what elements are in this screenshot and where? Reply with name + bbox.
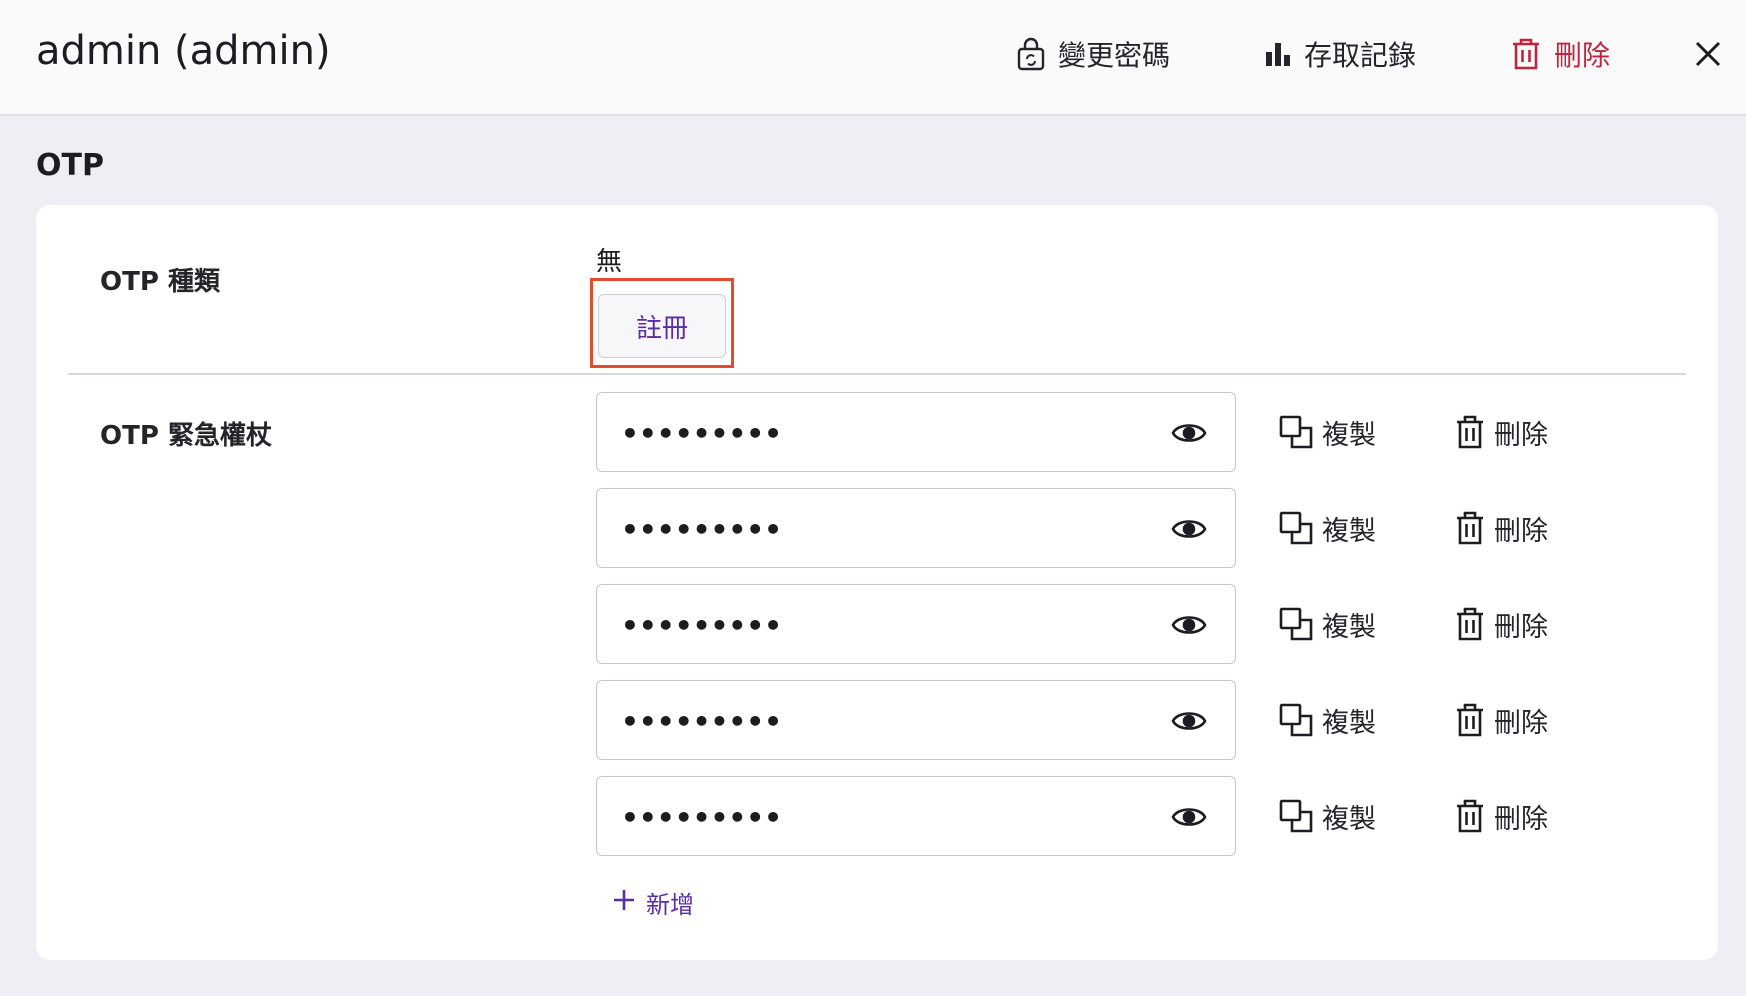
trash-icon [1454, 606, 1486, 642]
page-title: admin (admin) [36, 28, 331, 74]
token-input[interactable]: ••••••••• [596, 392, 1236, 472]
delete-user-label: 刪除 [1554, 39, 1611, 72]
eye-icon[interactable] [1171, 512, 1207, 546]
token-input[interactable]: ••••••••• [596, 680, 1236, 760]
delete-token-button[interactable]: 刪除 [1454, 508, 1548, 548]
token-row: ••••••••• 複製 刪除 [596, 680, 1656, 760]
add-token-button[interactable]: 新增 [612, 885, 694, 920]
delete-label: 刪除 [1494, 419, 1548, 451]
plus-icon [612, 888, 636, 918]
token-row: ••••••••• 複製 刪除 [596, 584, 1656, 664]
otp-type-label: OTP 種類 [100, 267, 220, 297]
copy-icon [1278, 606, 1314, 642]
token-row: ••••••••• 複製 刪除 [596, 488, 1656, 568]
token-masked-value: ••••••••• [621, 801, 783, 834]
token-masked-value: ••••••••• [621, 609, 783, 642]
token-input[interactable]: ••••••••• [596, 776, 1236, 856]
trash-icon [1510, 37, 1542, 71]
token-input[interactable]: ••••••••• [596, 584, 1236, 664]
otp-type-value: 無 [596, 247, 623, 277]
copy-label: 複製 [1322, 707, 1376, 739]
register-button[interactable]: 註冊 [598, 294, 726, 358]
delete-label: 刪除 [1494, 803, 1548, 835]
token-row: ••••••••• 複製 刪除 [596, 392, 1656, 472]
section-title: OTP [36, 148, 104, 183]
delete-label: 刪除 [1494, 707, 1548, 739]
token-masked-value: ••••••••• [621, 705, 783, 738]
copy-label: 複製 [1322, 515, 1376, 547]
delete-token-button[interactable]: 刪除 [1454, 412, 1548, 452]
delete-label: 刪除 [1494, 515, 1548, 547]
token-input[interactable]: ••••••••• [596, 488, 1236, 568]
copy-icon [1278, 510, 1314, 546]
copy-label: 複製 [1322, 611, 1376, 643]
lock-refresh-icon [1016, 37, 1046, 71]
otp-card: OTP 種類 無 註冊 OTP 緊急權杖 ••••••••• 複製 刪除 •••… [36, 205, 1718, 960]
copy-label: 複製 [1322, 419, 1376, 451]
delete-label: 刪除 [1494, 611, 1548, 643]
delete-token-button[interactable]: 刪除 [1454, 700, 1548, 740]
copy-button[interactable]: 複製 [1278, 412, 1376, 452]
trash-icon [1454, 798, 1486, 834]
trash-icon [1454, 702, 1486, 738]
trash-icon [1454, 510, 1486, 546]
otp-emergency-token-label: OTP 緊急權杖 [100, 421, 272, 451]
copy-button[interactable]: 複製 [1278, 508, 1376, 548]
close-button[interactable] [1692, 38, 1724, 70]
copy-button[interactable]: 複製 [1278, 796, 1376, 836]
change-password-button[interactable]: 變更密碼 [1016, 34, 1170, 74]
access-log-label: 存取記錄 [1304, 39, 1417, 72]
copy-button[interactable]: 複製 [1278, 700, 1376, 740]
token-row: ••••••••• 複製 刪除 [596, 776, 1656, 856]
delete-token-button[interactable]: 刪除 [1454, 796, 1548, 836]
bar-chart-icon [1264, 40, 1292, 68]
copy-button[interactable]: 複製 [1278, 604, 1376, 644]
change-password-label: 變更密碼 [1058, 39, 1171, 72]
eye-icon[interactable] [1171, 704, 1207, 738]
close-icon [1692, 41, 1724, 74]
copy-icon [1278, 798, 1314, 834]
copy-icon [1278, 702, 1314, 738]
token-masked-value: ••••••••• [621, 513, 783, 546]
token-masked-value: ••••••••• [621, 417, 783, 450]
delete-token-button[interactable]: 刪除 [1454, 604, 1548, 644]
divider [68, 373, 1686, 375]
eye-icon[interactable] [1171, 608, 1207, 642]
trash-icon [1454, 414, 1486, 450]
eye-icon[interactable] [1171, 800, 1207, 834]
add-token-label: 新增 [646, 891, 694, 919]
access-log-button[interactable]: 存取記錄 [1264, 34, 1416, 74]
delete-user-button[interactable]: 刪除 [1510, 34, 1610, 74]
copy-label: 複製 [1322, 803, 1376, 835]
copy-icon [1278, 414, 1314, 450]
eye-icon[interactable] [1171, 416, 1207, 450]
modal-header: admin (admin) 變更密碼 存取記錄 刪除 [0, 0, 1746, 116]
